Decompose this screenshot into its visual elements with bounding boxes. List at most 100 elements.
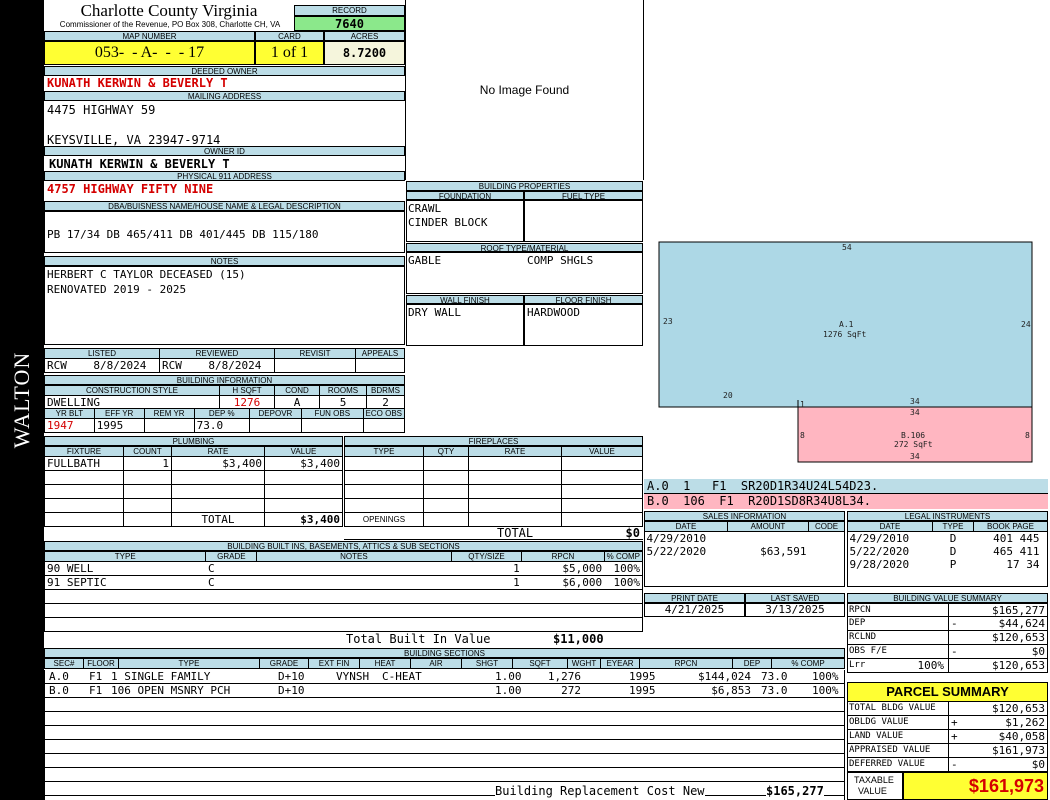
bvs-value: $165,277 xyxy=(992,604,1045,617)
cond-header: COND xyxy=(274,385,320,396)
section-type: 1 SINGLE FAMILY xyxy=(111,670,211,683)
section-type: 106 OPEN MSNRY PCH xyxy=(111,684,231,697)
bvs-value: $120,653 xyxy=(992,659,1045,672)
brcn-value: $165,277 xyxy=(766,784,824,798)
rem-yr-header: REM YR xyxy=(143,408,195,419)
bvs-row: RPCN $165,277 xyxy=(847,603,1048,617)
section-floor: F1 xyxy=(89,684,103,697)
plumbing-total: $3,400 xyxy=(264,512,343,527)
section-comp: 100% xyxy=(812,684,839,697)
eff-yr-value: 1995 xyxy=(93,418,145,433)
yr-blt-value: 1947 xyxy=(44,418,95,433)
notes-line-2: RENOVATED 2019 - 2025 xyxy=(47,283,187,296)
owner-id: KUNATH KERWIN & BEVERLY T xyxy=(49,157,230,171)
bvs-value: $0 xyxy=(1031,645,1045,658)
floor-finish: HARDWOOD xyxy=(527,306,580,319)
sketch-b-area: 272 SqFt xyxy=(894,440,933,449)
fun-obs-header: FUN OBS xyxy=(300,408,364,419)
listing-table: LISTED REVIEWED REVISIT APPEALS RCW 8/8/… xyxy=(44,348,405,373)
wall-finish-label: WALL FINISH xyxy=(406,295,524,305)
fuel-type-label: FUEL TYPE xyxy=(524,191,643,201)
listed-value: RCW 8/8/2024 xyxy=(44,358,160,373)
sales-frame xyxy=(644,531,845,587)
foundation-2: CINDER BLOCK xyxy=(408,216,488,229)
legal-date-header: DATE xyxy=(847,521,933,532)
revisit-value xyxy=(274,358,356,373)
no-image-text: No Image Found xyxy=(479,83,570,97)
parcel-value: $0 xyxy=(1031,758,1045,771)
physical-address-label: PHYSICAL 911 ADDRESS xyxy=(44,171,405,181)
brcn-label: Building Replacement Cost New xyxy=(495,784,705,798)
bvs-label: Lrr xyxy=(849,660,866,670)
deeded-owner-label: DEEDED OWNER xyxy=(44,66,405,76)
sections-shgt-header: SHGT xyxy=(461,658,513,669)
fireplaces-table: TYPE QTY RATE VALUE OPENINGS xyxy=(344,446,643,527)
builtins-total-label: Total Built In Value xyxy=(346,632,491,646)
sales-title: SALES INFORMATION xyxy=(644,511,845,521)
eco-obs-value xyxy=(362,418,406,433)
taxable-value: $161,973 xyxy=(903,772,1048,800)
builtins-type-header: TYPE xyxy=(43,551,207,562)
plumbing-fixture-header: FIXTURE xyxy=(44,446,124,457)
legal-description-label: DBA/BUISNESS NAME/HOUSE NAME & LEGAL DES… xyxy=(44,201,405,211)
parcel-row: LAND VALUE + $40,058 xyxy=(847,730,1048,744)
sketch-dim-bottom-a: 20 xyxy=(723,391,733,400)
bvs-pct: 100% xyxy=(917,659,945,672)
builtins-rpcn-header: RPCN xyxy=(521,551,605,562)
sections-eyear-header: EYEAR xyxy=(600,658,640,669)
sections-wght-header: WGHT xyxy=(567,658,601,669)
sketch-code-b: B.0 106 F1 R20D1SD8R34U8L34. xyxy=(644,494,1048,509)
appeals-value xyxy=(355,358,405,373)
bvs-row: DEP - $44,624 xyxy=(847,617,1048,631)
roof-type: GABLE xyxy=(408,254,442,267)
hsqft-header: H SQFT xyxy=(219,385,275,396)
construction-style-header: CONSTRUCTION STYLE xyxy=(44,385,220,396)
parcel-value: $161,973 xyxy=(992,744,1045,757)
section-id: A.0 xyxy=(49,670,69,683)
sections-grade-header: GRADE xyxy=(259,658,309,669)
building-info-table-1: CONSTRUCTION STYLE H SQFT COND ROOMS BDR… xyxy=(44,385,405,410)
section-shgt: 1.00 xyxy=(495,684,522,697)
mailing-line-1: 4475 HIGHWAY 59 xyxy=(47,103,156,117)
parcel-label: OBLDG VALUE xyxy=(849,717,909,727)
map-number: 053- - A- - - 17 xyxy=(44,41,255,65)
taxable-label-line-2: VALUE xyxy=(858,786,887,796)
mailing-address-label: MAILING ADDRESS xyxy=(44,91,405,101)
fireplace-openings-label: OPENINGS xyxy=(344,512,424,527)
sketch-dim-b-bottom: 34 xyxy=(910,452,920,461)
legal-frame xyxy=(847,531,1048,587)
sections-title: BUILDING SECTIONS xyxy=(44,648,845,658)
rooms-header: ROOMS xyxy=(319,385,367,396)
eff-yr-header: EFF YR xyxy=(93,408,145,419)
sections-floor-header: FLOOR xyxy=(83,658,119,669)
section-eyear: 1995 xyxy=(629,684,656,697)
parcel-value: $120,653 xyxy=(992,702,1045,715)
builtins-grade-header: GRADE xyxy=(205,551,258,562)
legal-book-header: BOOK PAGE xyxy=(973,521,1048,532)
plumbing-value-header: VALUE xyxy=(264,446,343,457)
roof-box xyxy=(406,252,643,294)
floor-finish-label: FLOOR FINISH xyxy=(524,295,643,305)
builtins-table: TYPE GRADE NOTES QTY/SIZE RPCN % COMP 90… xyxy=(43,551,644,632)
notes-line-1: HERBERT C TAYLOR DECEASED (15) xyxy=(47,268,246,281)
bvs-label: RCLND xyxy=(849,632,877,642)
bvs-row: Lrr 100% $120,653 xyxy=(847,659,1048,673)
builtins-comp: 100% xyxy=(604,561,644,576)
card-number: 1 of 1 xyxy=(255,41,324,65)
physical-address: 4757 HIGHWAY FIFTY NINE xyxy=(47,182,214,196)
section-dep: 73.0 xyxy=(761,670,788,683)
bvs-row: OBS F/E - $0 xyxy=(847,645,1048,659)
parcel-label: DEFERRED VALUE xyxy=(849,759,925,769)
section-sqft: 272 xyxy=(561,684,581,697)
parcel-label: TOTAL BLDG VALUE xyxy=(849,703,936,713)
rem-yr-value xyxy=(143,418,195,433)
depovr-header: DEPOVR xyxy=(248,408,302,419)
mailing-line-2: KEYSVILLE, VA 23947-9714 xyxy=(47,133,221,147)
builtins-rpcn: $6,000 xyxy=(521,575,605,590)
record-number: 7640 xyxy=(294,16,405,31)
builtins-grade: C xyxy=(205,575,257,590)
section-rpcn: $6,853 xyxy=(711,684,751,697)
print-date: 4/21/2025 xyxy=(644,603,745,617)
sections-rpcn-header: RPCN xyxy=(639,658,733,669)
plumbing-count: 1 xyxy=(123,456,172,471)
